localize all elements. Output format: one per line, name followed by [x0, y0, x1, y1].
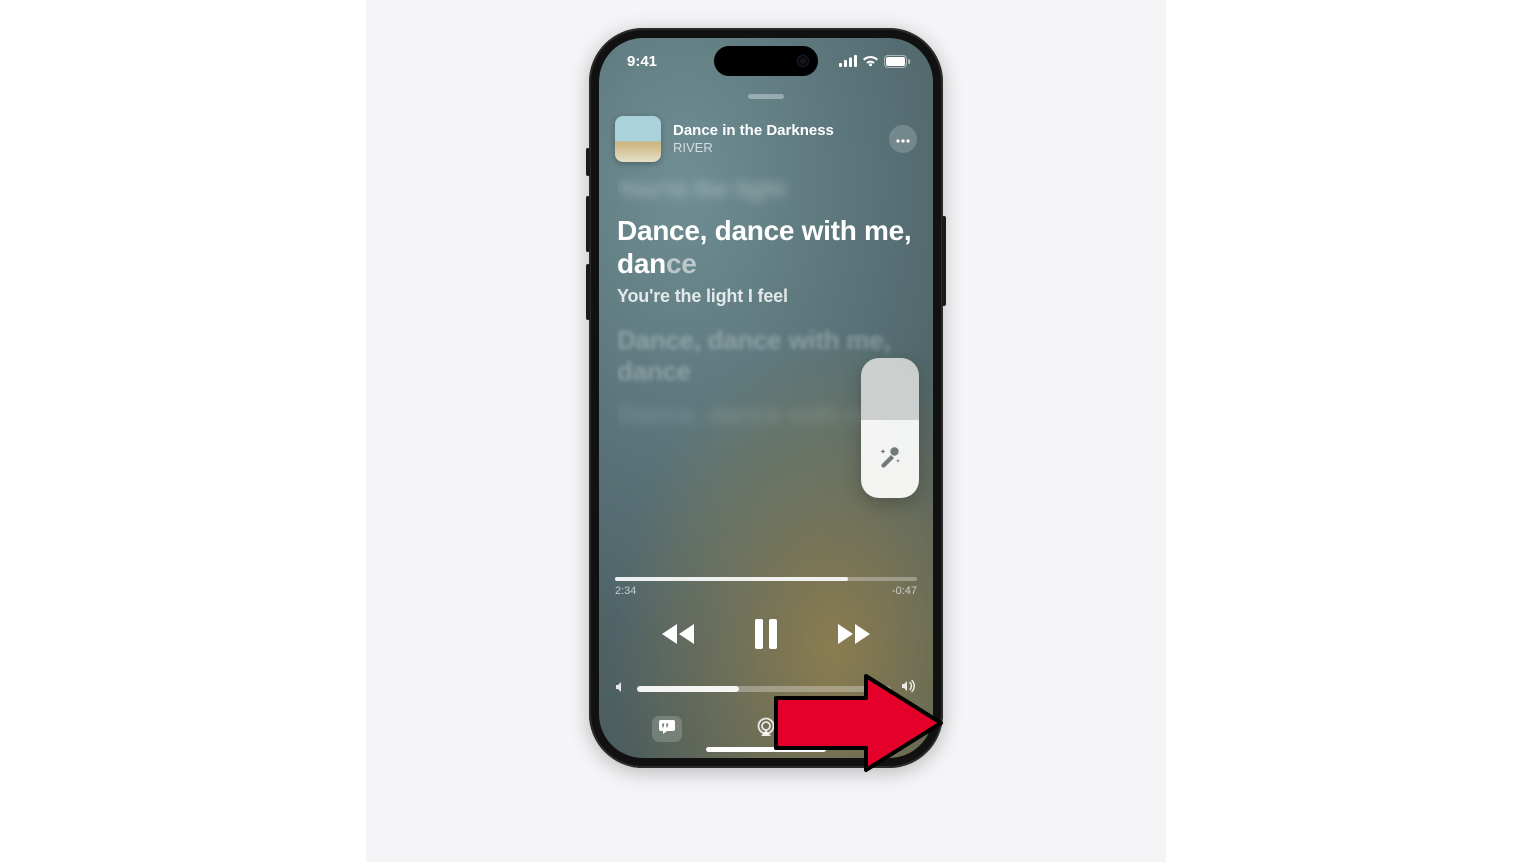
sing-slider-track — [861, 358, 919, 420]
iphone-frame: 9:41 Dance in the Darkness — [589, 28, 943, 768]
sing-slider-handle — [861, 420, 919, 498]
lyric-line-current: Dance, dance with me, dance — [617, 214, 915, 280]
battery-icon — [884, 55, 911, 68]
fast-forward-button[interactable] — [835, 622, 873, 646]
volume-low-icon — [615, 680, 627, 698]
status-indicators — [839, 55, 911, 68]
annotation-arrow — [746, 668, 946, 783]
time-elapsed: 2:34 — [615, 585, 636, 597]
sheet-grabber[interactable] — [748, 94, 784, 99]
scrubber-fill — [615, 577, 848, 581]
lyric-line-previous: You're the light — [617, 176, 915, 204]
more-button[interactable] — [889, 125, 917, 153]
mute-switch — [586, 148, 590, 176]
volume-down-button — [586, 264, 590, 320]
rewind-button[interactable] — [659, 622, 697, 646]
image-canvas: 9:41 Dance in the Darkness — [366, 0, 1166, 862]
apple-music-sing-vocal-slider[interactable] — [861, 358, 919, 498]
now-playing-header: Dance in the Darkness RIVER — [615, 116, 917, 162]
volume-up-button — [586, 196, 590, 252]
microphone-sparkle-icon — [876, 442, 904, 475]
wifi-icon — [862, 55, 879, 67]
scrubber[interactable] — [615, 577, 917, 581]
dynamic-island — [714, 46, 818, 76]
track-meta[interactable]: Dance in the Darkness RIVER — [673, 122, 877, 157]
volume-fill — [637, 686, 739, 692]
track-artist: RIVER — [673, 140, 877, 157]
track-title: Dance in the Darkness — [673, 122, 877, 140]
time-remaining: -0:47 — [892, 585, 917, 597]
pause-button[interactable] — [753, 619, 779, 649]
ellipsis-icon — [896, 130, 910, 148]
time-labels: 2:34 -0:47 — [615, 585, 917, 597]
front-camera — [798, 56, 808, 66]
lyrics-icon — [658, 719, 676, 740]
transport-controls — [615, 619, 917, 649]
screen: 9:41 Dance in the Darkness — [599, 38, 933, 758]
lyrics-toggle-button[interactable] — [652, 716, 682, 742]
album-art[interactable] — [615, 116, 661, 162]
status-time: 9:41 — [627, 53, 657, 70]
lyric-line-next: You're the light I feel — [617, 286, 915, 307]
side-button — [942, 216, 946, 306]
cellular-signal-icon — [839, 55, 857, 67]
